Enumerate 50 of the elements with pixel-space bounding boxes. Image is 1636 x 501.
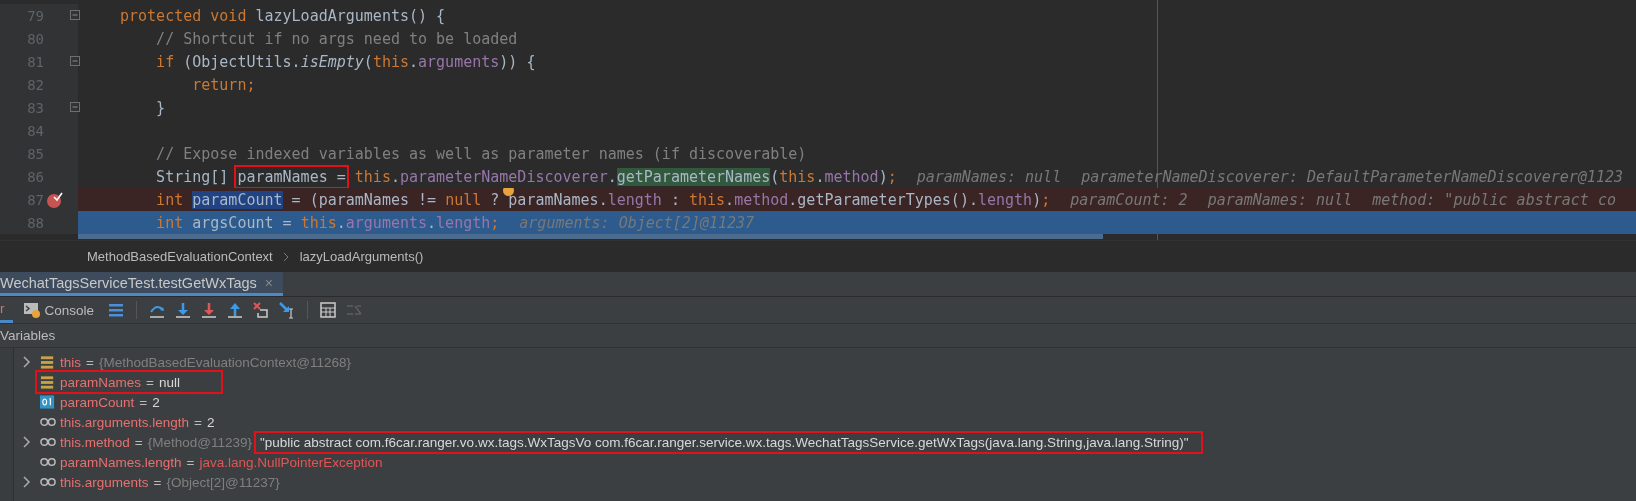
code-line: if (ObjectUtils.isEmpty(this.arguments)) {	[155, 52, 536, 71]
variable-entry[interactable]: this.arguments = {Object[2]@11237}	[60, 474, 280, 490]
chevron-icon	[282, 251, 290, 262]
breakpoint-icon[interactable]	[46, 192, 63, 208]
fold-marker-icon[interactable]	[70, 56, 80, 66]
fold-marker-icon[interactable]	[70, 10, 80, 20]
code-line: // Shortcut if no args need to be loaded	[155, 29, 518, 48]
breadcrumb-item[interactable]: MethodBasedEvaluationContext	[87, 249, 273, 264]
inline-value-hint: paramNames: null	[1207, 190, 1353, 209]
inline-value-hint: paramCount: 2	[1070, 190, 1188, 209]
code-line: int paramCount = (paramNames != null ? paramNames.length : this.method.getParameterTypes().length);	[155, 190, 1051, 209]
code-line: String[] paramNames = this.parameterNameDiscoverer.getParameterNames(this.method);	[155, 167, 897, 186]
field-icon	[40, 354, 56, 370]
lines-icon	[107, 301, 126, 319]
calculator-icon	[319, 301, 338, 319]
code-line: protected void lazyLoadArguments() {	[120, 6, 446, 25]
variable-entry[interactable]: this = {MethodBasedEvaluationContext@11268}	[60, 354, 352, 370]
variable-entry[interactable]: paramCount = 2	[60, 394, 160, 410]
primitive-icon	[40, 394, 56, 410]
variable-value: 2	[152, 394, 160, 410]
step-into-icon	[200, 301, 219, 319]
variable-value: "public abstract com.f6car.ranger.vo.wx.tags.WxTagsVo com.f6car.ranger.service.wx.tags.WechatTagsService.getWxTags(java.lang.String,java.lang.String)"	[260, 434, 1189, 450]
variable-value: 2	[206, 414, 215, 430]
inline-value-hint: parameterNameDiscoverer: DefaultParameterNameDiscoverer@1123	[1081, 167, 1624, 186]
breadcrumb-item[interactable]: lazyLoadArguments()	[299, 249, 424, 264]
step-into-icon	[174, 301, 193, 319]
variable-entry[interactable]: paramNames.length = java.lang.NullPointerException	[60, 454, 383, 470]
variable-entry[interactable]: this.arguments.length = 2	[60, 414, 215, 430]
inline-value-hint: arguments: Object[2]@11237	[519, 213, 755, 232]
variable-entry[interactable]: this.method = {Method@11239}	[60, 434, 252, 450]
panel-title: Variables	[0, 328, 56, 343]
variable-value: java.lang.NullPointerException	[199, 454, 383, 470]
variable-entry[interactable]: paramNames = null	[60, 374, 180, 390]
tab-label: WechatTagsServiceTest.testGetWxTags	[0, 274, 257, 291]
debug-tab[interactable]: r	[0, 297, 13, 323]
field-icon	[40, 374, 56, 390]
drop-frame-icon	[252, 301, 271, 319]
inline-value-hint: method: "public abstract co	[1372, 190, 1616, 209]
variable-value: null	[158, 374, 180, 390]
debug-session-tab[interactable]: WechatTagsServiceTest.testGetWxTags ×	[0, 272, 283, 296]
code-line: // Expose indexed variables as well as parameter names (if discoverable)	[155, 144, 807, 163]
fold-marker-icon[interactable]	[70, 102, 80, 112]
step-out-icon	[226, 301, 245, 319]
horizontal-scrollbar[interactable]	[78, 234, 1103, 239]
code-line: int argsCount = this.arguments.length;	[155, 213, 500, 232]
code-line: }	[155, 98, 166, 117]
inline-value-hint: paramNames: null	[916, 167, 1062, 186]
debug-tab[interactable]: Console	[14, 297, 103, 323]
code-line: return;	[191, 75, 256, 94]
console-icon	[22, 301, 41, 319]
